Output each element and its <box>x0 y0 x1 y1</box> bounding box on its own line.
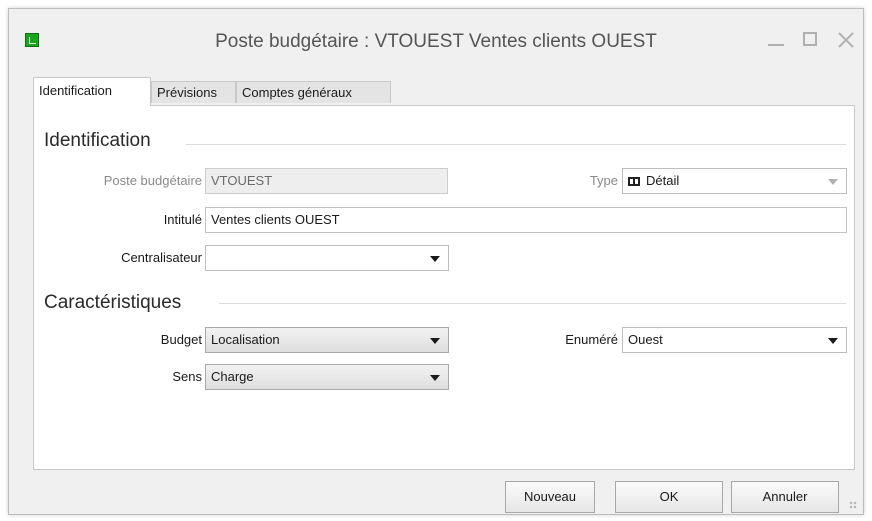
dialog-window: Poste budgétaire : VTOUEST Ventes client… <box>8 8 864 515</box>
sens-label: Sens <box>172 369 202 384</box>
tab-previsions[interactable]: Prévisions <box>151 81 236 103</box>
section-divider <box>219 303 846 304</box>
tab-identification[interactable]: Identification <box>33 77 151 106</box>
budget-select[interactable]: Localisation <box>205 327 449 353</box>
chevron-down-icon <box>828 179 838 185</box>
intitule-field[interactable]: Ventes clients OUEST <box>205 207 847 233</box>
resize-grip-icon[interactable] <box>849 501 857 509</box>
chevron-down-icon <box>430 256 440 262</box>
type-label: Type <box>589 173 618 188</box>
detail-icon <box>628 177 640 186</box>
chevron-down-icon <box>430 375 440 381</box>
nouveau-button[interactable]: Nouveau <box>505 481 595 513</box>
close-icon[interactable] <box>835 29 857 51</box>
type-select: Détail <box>622 168 847 194</box>
enumere-select[interactable]: Ouest <box>622 327 847 353</box>
sens-value: Charge <box>211 369 254 384</box>
centralisateur-select[interactable] <box>205 245 449 271</box>
maximize-icon[interactable] <box>800 29 822 51</box>
chevron-down-icon <box>828 338 838 344</box>
poste-budgetaire-field: VTOUEST <box>205 168 448 194</box>
sens-select[interactable]: Charge <box>205 364 449 390</box>
tab-panel: Identification Poste budgétaire VTOUEST … <box>33 105 855 470</box>
tab-comptes-generaux[interactable]: Comptes généraux <box>236 81 391 103</box>
enumere-value: Ouest <box>628 332 663 347</box>
section-title-identification: Identification <box>44 130 151 151</box>
ok-button[interactable]: OK <box>615 481 723 513</box>
budget-label: Budget <box>160 332 202 347</box>
window-title: Poste budgétaire : VTOUEST Ventes client… <box>215 31 657 52</box>
chevron-down-icon <box>430 338 440 344</box>
type-value: Détail <box>646 173 680 188</box>
centralisateur-label: Centralisateur <box>121 250 202 265</box>
poste-budgetaire-label: Poste budgétaire <box>103 173 202 188</box>
budget-value: Localisation <box>211 332 280 347</box>
section-divider <box>186 144 846 145</box>
annuler-button[interactable]: Annuler <box>731 481 839 513</box>
title-bar[interactable]: Poste budgétaire : VTOUEST Ventes client… <box>9 9 863 61</box>
enumere-label: Enuméré <box>565 332 618 347</box>
minimize-icon[interactable] <box>765 29 787 51</box>
section-title-caracteristiques: Caractéristiques <box>44 292 182 313</box>
intitule-label: Intitulé <box>163 212 202 227</box>
